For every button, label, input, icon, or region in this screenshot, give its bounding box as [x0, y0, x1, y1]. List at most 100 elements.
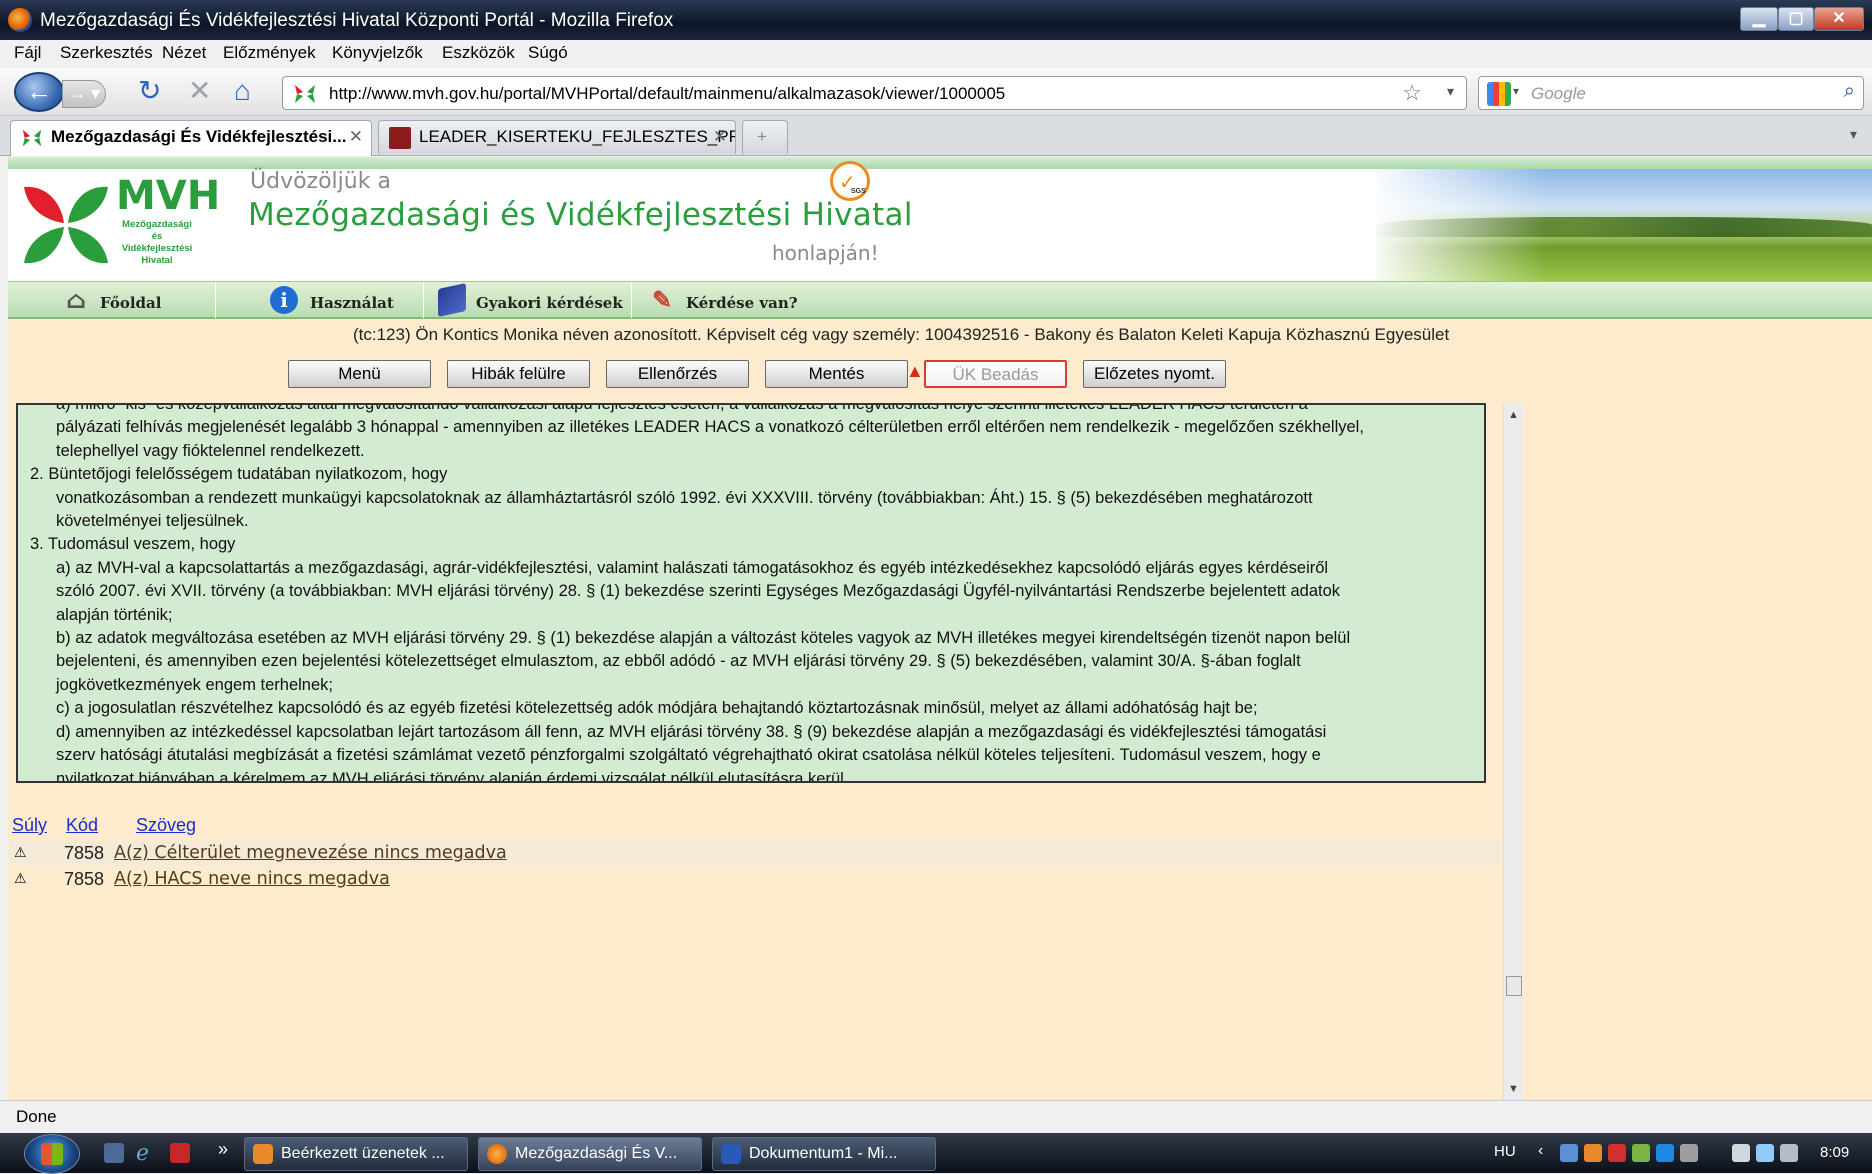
sgs-label: SGS	[851, 188, 866, 195]
nav-home[interactable]: ⌂ Főoldal	[8, 282, 216, 318]
declaration-text: a) mikro- kis- és középvállalkozás által…	[30, 403, 1474, 781]
scroll-thumb[interactable]	[1506, 976, 1522, 996]
google-icon	[1487, 82, 1511, 106]
window-title: Mezőgazdasági És Vidékfejlesztési Hivata…	[40, 10, 674, 31]
scroll-down-icon[interactable]: ▼	[1508, 1083, 1519, 1095]
nav-ask[interactable]: ✎ Kérdése van?	[632, 282, 840, 318]
tab-mvh-portal[interactable]: Mezőgazdasági És Vidékfejlesztési... ✕	[10, 120, 372, 156]
mvh-favicon-icon	[22, 129, 42, 147]
show-desktop-icon[interactable]	[104, 1143, 124, 1163]
portal-banner: MVH Mezőgazdasági és Vidékfejlesztési Hi…	[8, 161, 1872, 281]
column-header-code[interactable]: Kód	[66, 815, 98, 836]
tab-close-icon[interactable]: ✕	[349, 121, 363, 153]
search-engine-dropdown-icon[interactable]: ▾	[1513, 84, 1519, 98]
save-button[interactable]: Mentés	[765, 360, 908, 388]
declaration-subitem: szóló 2007. évi XVII. törvény (a további…	[56, 582, 1341, 601]
url-dropdown-icon[interactable]: ▾	[1447, 83, 1454, 100]
close-button[interactable]: ✕	[1814, 7, 1864, 31]
nav-usage[interactable]: i Használat	[216, 282, 424, 318]
search-box[interactable]: ▾ Google ⌕	[1478, 76, 1864, 110]
tab-label: Mezőgazdasági És Vidékfejlesztési...	[51, 127, 347, 146]
taskbar-item-firefox[interactable]: Mezőgazdasági És V...	[478, 1137, 702, 1171]
declaration-subitem: jogkövetkezmények engem terhelnek;	[56, 675, 333, 694]
tray-expand-icon[interactable]: ‹	[1538, 1142, 1543, 1160]
url-text: http://www.mvh.gov.hu/portal/MVHPortal/d…	[329, 84, 1006, 103]
tab-list-icon[interactable]: ▾	[1850, 126, 1857, 143]
tray-battery-icon[interactable]	[1732, 1144, 1750, 1162]
menu-help[interactable]: Súgó	[528, 43, 568, 63]
home-button-icon[interactable]: ⌂	[234, 76, 251, 106]
pencil-icon: ✎	[652, 285, 673, 314]
error-text-link[interactable]: A(z) Célterület megnevezése nincs megadv…	[114, 843, 507, 863]
acrobat-icon[interactable]	[170, 1143, 190, 1163]
menu-file[interactable]: Fájl	[14, 43, 41, 63]
check-button[interactable]: Ellenőrzés	[606, 360, 749, 388]
reload-icon[interactable]: ↻	[138, 76, 161, 106]
tray-app-icon[interactable]	[1560, 1144, 1578, 1162]
preview-print-button[interactable]: Előzetes nyomt.	[1083, 360, 1226, 388]
menu-history[interactable]: Előzmények	[223, 43, 316, 63]
language-indicator[interactable]: HU	[1494, 1143, 1516, 1160]
forward-button[interactable]: → ▾	[62, 80, 106, 108]
menu-view[interactable]: Nézet	[162, 43, 206, 63]
submit-button[interactable]: ÜK Beadás	[924, 360, 1067, 388]
quicklaunch-more-icon[interactable]: »	[218, 1139, 228, 1160]
clock[interactable]: 8:09	[1820, 1144, 1849, 1161]
back-button[interactable]: ←	[14, 72, 64, 112]
windows-logo-icon	[41, 1143, 63, 1165]
declaration-subitem: a) mikro- kis- és középvállalkozás által…	[56, 403, 1308, 413]
tray-network-app-icon[interactable]	[1656, 1144, 1674, 1162]
declaration-subitem: b) az adatok megváltozása esetében az MV…	[56, 629, 1351, 648]
menu-tools[interactable]: Eszközök	[442, 43, 515, 63]
tab-leader-pdf[interactable]: LEADER_KISERTEKU_FEJLESZTES_PR... ✕	[378, 120, 736, 154]
nav-faq-label: Gyakori kérdések	[476, 294, 623, 312]
taskbar-item-thunderbird[interactable]: Beérkezett üzenetek ...	[244, 1137, 468, 1171]
scroll-up-icon[interactable]: ▲	[1508, 409, 1519, 421]
web-page: MVH Mezőgazdasági és Vidékfejlesztési Hi…	[8, 157, 1872, 1100]
sgs-badge-icon: ✓ SGS	[830, 161, 870, 201]
taskbar-item-word[interactable]: Dokumentum1 - Mi...	[712, 1137, 936, 1171]
tray-device-icon[interactable]	[1680, 1144, 1698, 1162]
tab-close-icon[interactable]: ✕	[713, 121, 727, 153]
homepage-text: honlapján!	[772, 241, 879, 265]
taskbar-item-label: Mezőgazdasági És V...	[515, 1145, 678, 1162]
tray-mail-icon[interactable]	[1584, 1144, 1602, 1162]
declaration-subitem: d) amennyiben az intézkedéssel kapcsolat…	[56, 722, 1327, 741]
stop-icon[interactable]: ✕	[188, 76, 211, 106]
column-header-weight[interactable]: Súly	[12, 815, 47, 836]
warning-icon: ⚠	[14, 844, 27, 860]
table-row: ⚠ 7858 A(z) Célterület megnevezése nincs…	[10, 841, 1500, 866]
status-text: Done	[16, 1107, 57, 1126]
search-icon[interactable]: ⌕	[1844, 80, 1855, 103]
menu-edit[interactable]: Szerkesztés	[60, 43, 153, 63]
declaration-subitem: bejelenteni, és amennyiben ezen bejelent…	[56, 652, 1301, 671]
warning-icon: ⚠	[14, 870, 27, 886]
errors-to-top-button[interactable]: Hibák felülre	[447, 360, 590, 388]
tray-antivirus-icon[interactable]	[1608, 1144, 1626, 1162]
ie-icon[interactable]: ℯ	[136, 1142, 156, 1164]
menu-bar: Fájl Szerkesztés Nézet Előzmények Könyvj…	[0, 40, 1872, 68]
nav-ask-label: Kérdése van?	[686, 294, 798, 312]
url-bar[interactable]: http://www.mvh.gov.hu/portal/MVHPortal/d…	[282, 76, 1467, 110]
minimize-button[interactable]: ▁	[1740, 7, 1778, 31]
maximize-button[interactable]: ▢	[1778, 7, 1814, 31]
nav-home-label: Főoldal	[100, 294, 162, 312]
error-text-link[interactable]: A(z) HACS neve nincs megadva	[114, 869, 390, 889]
network-icon[interactable]	[1756, 1144, 1774, 1162]
user-identification: (tc:123) Ön Kontics Monika néven azonosí…	[353, 325, 1450, 344]
volume-icon[interactable]	[1780, 1144, 1798, 1162]
bookmark-star-icon[interactable]: ☆	[1402, 80, 1422, 106]
declaration-subitem: c) a jogosulatlan részvételhez kapcsolód…	[56, 699, 1258, 718]
declaration-subitem: szerv hatósági átutalási megbízását a fi…	[56, 746, 1321, 765]
vertical-scrollbar[interactable]: ▲ ▼	[1503, 403, 1523, 1099]
menu-bookmarks[interactable]: Könyvjelzők	[332, 43, 423, 63]
firefox-icon	[487, 1144, 507, 1164]
mvh-favicon-icon	[295, 85, 315, 103]
menu-button[interactable]: Menü	[288, 360, 431, 388]
start-button[interactable]	[24, 1134, 80, 1174]
window-title-bar: Mezőgazdasági És Vidékfejlesztési Hivata…	[0, 0, 1872, 40]
new-tab-button[interactable]: +	[742, 120, 788, 154]
nav-faq[interactable]: Gyakori kérdések	[424, 282, 632, 318]
column-header-text[interactable]: Szöveg	[136, 815, 196, 836]
tray-update-icon[interactable]	[1632, 1144, 1650, 1162]
